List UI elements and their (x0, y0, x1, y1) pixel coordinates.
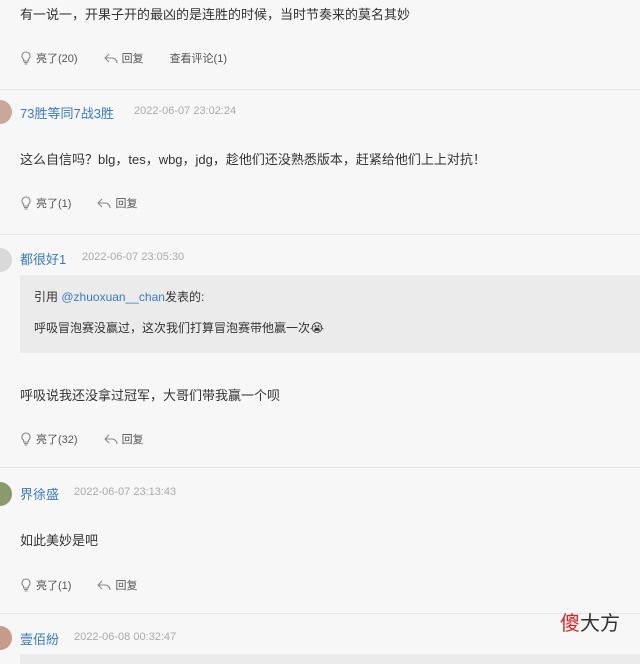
like-count: 亮了(20) (36, 53, 78, 65)
like-button[interactable]: 亮了(20) (20, 50, 78, 66)
username[interactable]: 都很好1 (20, 249, 66, 268)
quote-block (20, 654, 640, 664)
reply-icon (103, 434, 118, 445)
like-button[interactable]: 亮了(1) (20, 577, 71, 593)
reply-button[interactable]: 回复 (103, 50, 144, 66)
watermark-rest: 大方 (580, 613, 620, 635)
reply-label: 回复 (121, 434, 144, 446)
comment: 都很好1 2022-06-07 23:05:30 引用 @zhuoxuan__c… (0, 235, 640, 468)
reply-label: 回复 (115, 580, 138, 592)
timestamp: 2022-06-07 23:13:43 (74, 486, 177, 498)
comment-actions: 亮了(1) 回复 (20, 195, 163, 211)
quote-text: 呼吸冒泡赛没赢过，这次我们打算冒泡赛带他赢一次😭 (34, 319, 324, 336)
like-count: 亮了(32) (36, 434, 78, 446)
watermark: 傻大方 (560, 607, 620, 636)
like-button[interactable]: 亮了(32) (20, 431, 78, 447)
reply-button[interactable]: 回复 (97, 195, 137, 211)
quote-body: 呼吸冒泡赛没赢过，这次我们打算冒泡赛带他赢一次 (34, 321, 311, 335)
timestamp: 2022-06-08 00:32:47 (74, 631, 177, 643)
reply-button[interactable]: 回复 (97, 577, 137, 593)
comment-text: 呼吸说我还没拿过冠军，大哥们带我赢一个呗 (20, 388, 281, 403)
reply-icon (103, 53, 118, 64)
reply-label: 回复 (121, 53, 144, 65)
reply-label: 回复 (115, 198, 138, 210)
lightbulb-icon (21, 432, 31, 446)
quote-block: 引用 @zhuoxuan__chan发表的: 呼吸冒泡赛没赢过，这次我们打算冒泡… (20, 275, 640, 353)
comment-text: 如此美妙是吧 (20, 533, 99, 548)
reply-icon (97, 198, 112, 209)
comment-actions: 亮了(1) 回复 (20, 577, 163, 593)
lightbulb-icon (21, 51, 31, 65)
username[interactable]: 73胜等同7战3胜 (20, 103, 114, 122)
avatar[interactable] (0, 482, 12, 506)
timestamp: 2022-06-07 23:02:24 (134, 105, 237, 117)
avatar[interactable] (0, 248, 12, 272)
lightbulb-icon (21, 196, 31, 210)
avatar[interactable] (0, 626, 12, 650)
quote-mention-link[interactable]: @zhuoxuan__chan (61, 290, 165, 304)
like-button[interactable]: 亮了(1) (20, 195, 71, 211)
comment: 73胜等同7战3胜 2022-06-07 23:02:24 这么自信吗？blg，… (0, 90, 640, 235)
comment-actions: 亮了(32) 回复 (20, 431, 170, 447)
username[interactable]: 界徐盛 (20, 484, 59, 503)
quote-suffix: 发表的: (164, 290, 205, 304)
comment: 壹佰紛 2022-06-08 00:32:47 (0, 614, 640, 664)
comment-text: 有一说一，开果子开的最凶的是连胜的时候，当时节奏来的莫名其妙 (20, 7, 411, 22)
quote-header: 引用 @zhuoxuan__chan发表的: (34, 288, 204, 305)
view-comments-link[interactable]: 查看评论(1) (170, 50, 227, 66)
watermark-highlight: 傻 (560, 613, 580, 635)
reply-button[interactable]: 回复 (103, 431, 144, 447)
timestamp: 2022-06-07 23:05:30 (82, 251, 185, 263)
lightbulb-icon (21, 578, 31, 592)
quote-prefix: 引用 (34, 290, 59, 304)
like-count: 亮了(1) (36, 198, 72, 210)
comment: 界徐盛 2022-06-07 23:13:43 如此美妙是吧 亮了(1) 回复 (0, 468, 640, 614)
avatar[interactable] (0, 100, 12, 124)
view-comments-label: 查看评论(1) (169, 53, 228, 65)
username[interactable]: 壹佰紛 (20, 629, 59, 648)
comment-actions: 亮了(20) 回复 查看评论(1) (20, 50, 253, 66)
comment: 有一说一，开果子开的最凶的是连胜的时候，当时节奏来的莫名其妙 亮了(20) 回复… (0, 0, 640, 90)
crying-emoji-icon: 😭 (310, 321, 325, 335)
reply-icon (97, 580, 112, 591)
like-count: 亮了(1) (36, 580, 72, 592)
comment-text: 这么自信吗？blg，tes，wbg，jdg，趁他们还没熟悉版本，赶紧给他们上上对… (20, 152, 486, 167)
